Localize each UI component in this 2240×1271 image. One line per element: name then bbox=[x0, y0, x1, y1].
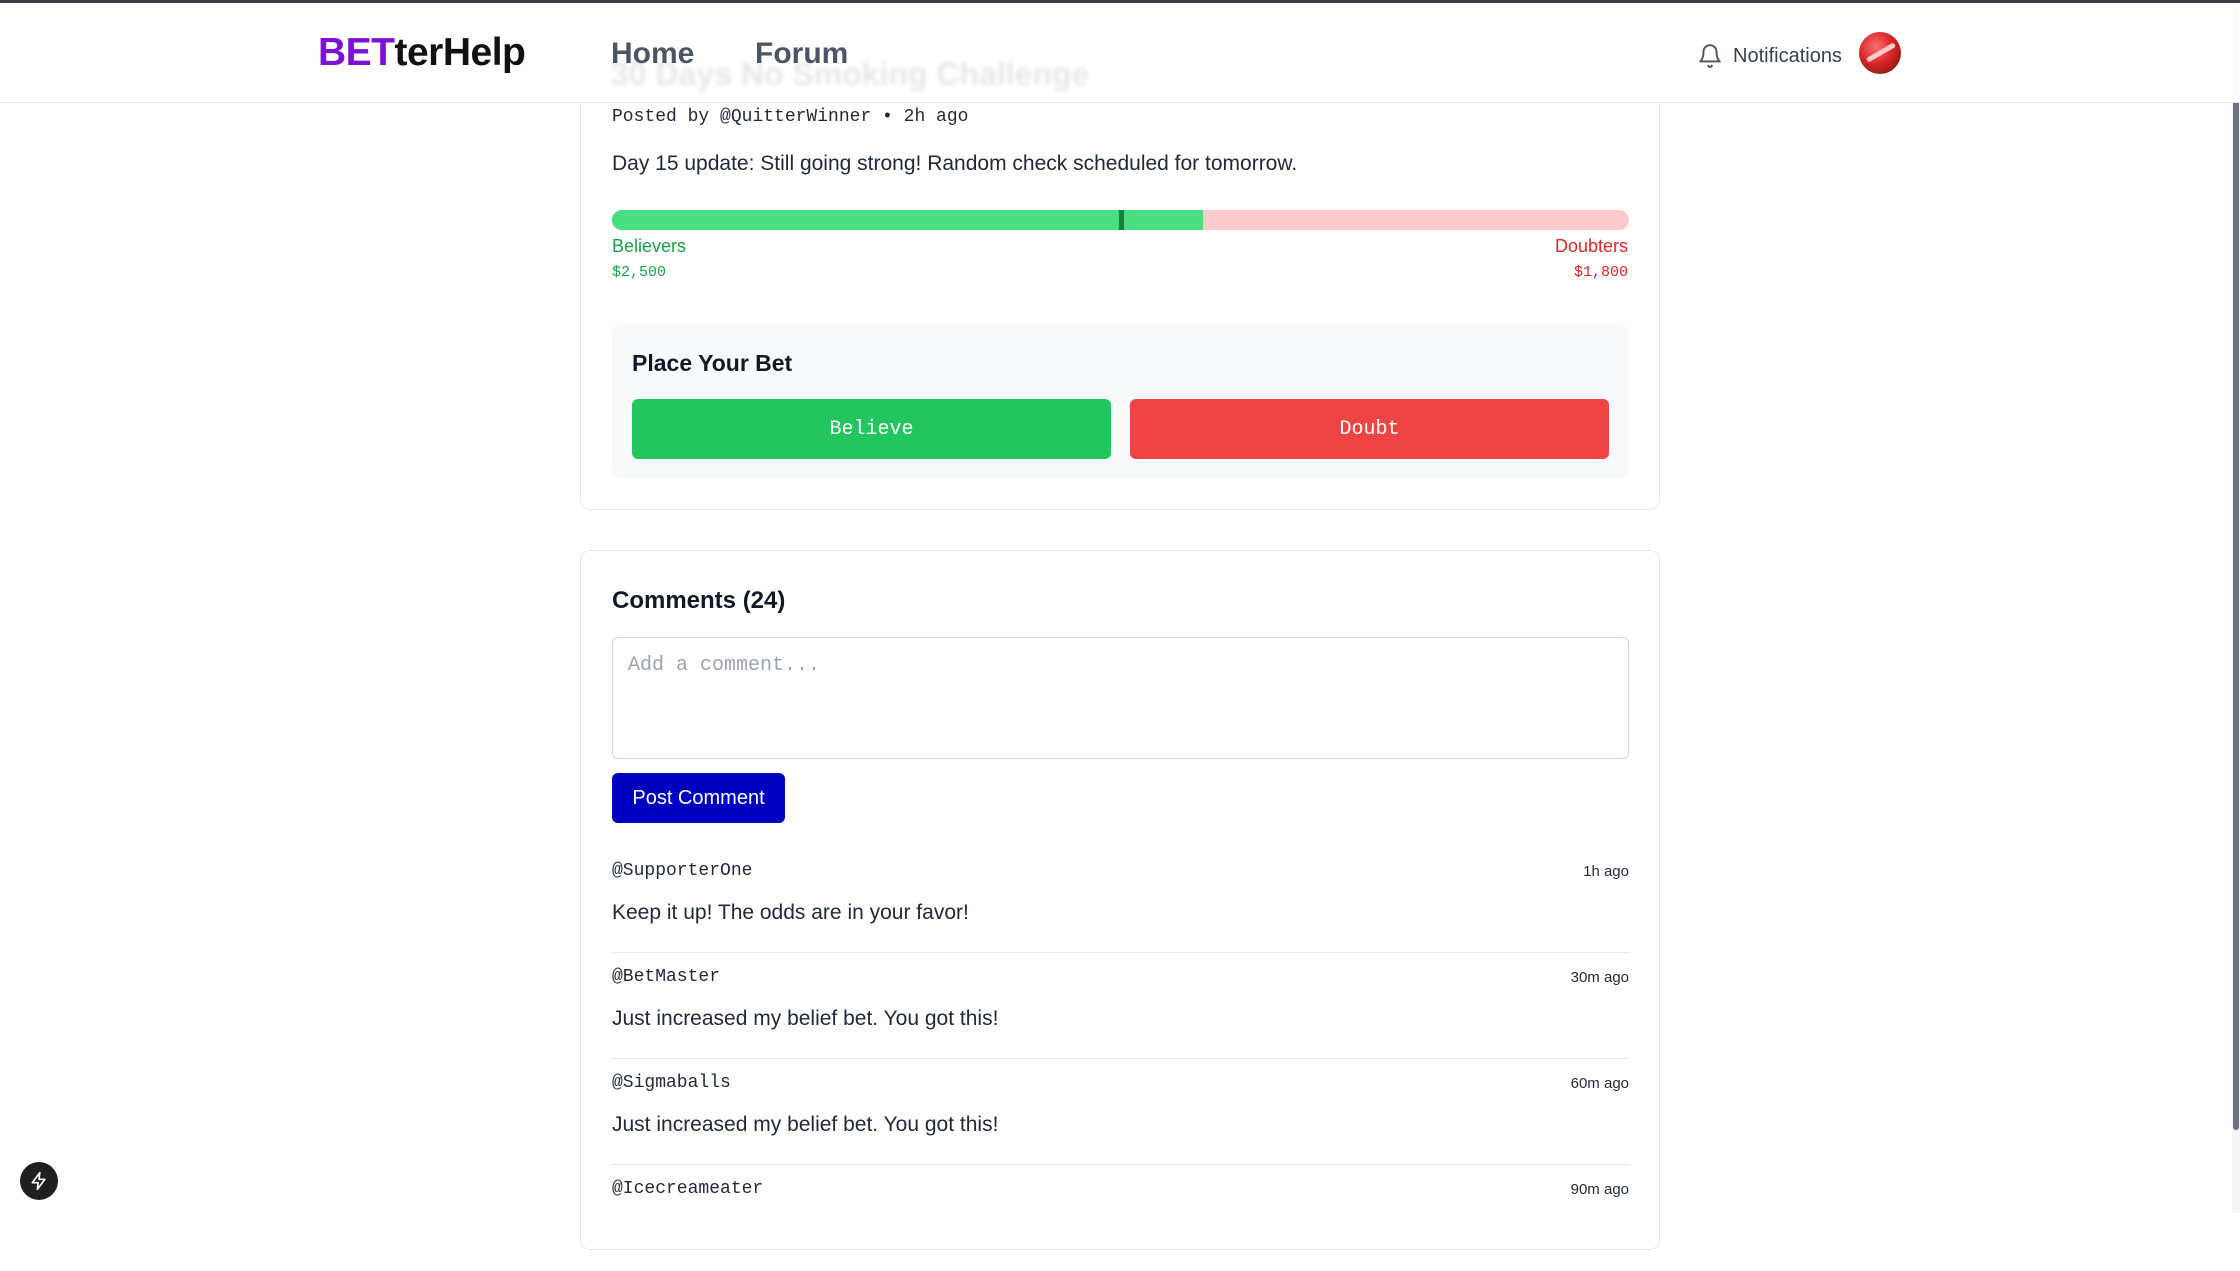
comment-text: Keep it up! The odds are in your favor! bbox=[612, 901, 969, 924]
bet-ratio-bar bbox=[612, 210, 1629, 230]
comment-time: 1h ago bbox=[1583, 863, 1629, 880]
comment-item: @SupporterOne 1h ago Keep it up! The odd… bbox=[612, 847, 1629, 953]
comment-text: Just increased my belief bet. You got th… bbox=[612, 1007, 999, 1030]
comment-text: Just increased my belief bet. You got th… bbox=[612, 1113, 999, 1136]
user-avatar[interactable] bbox=[1859, 32, 1901, 74]
bell-icon bbox=[1699, 44, 1721, 68]
comments-title: Comments (24) bbox=[612, 587, 786, 614]
logo-rest: terHelp bbox=[394, 31, 526, 74]
nav-home-link[interactable]: Home bbox=[611, 37, 694, 71]
comment-author[interactable]: @Sigmaballs bbox=[612, 1073, 731, 1093]
quick-action-button[interactable] bbox=[20, 1162, 58, 1200]
comment-time: 30m ago bbox=[1570, 969, 1629, 986]
believers-label: Believers bbox=[612, 236, 687, 256]
believers-amount: $2,500 bbox=[612, 264, 667, 281]
comment-item: @BetMaster 30m ago Just increased my bel… bbox=[612, 953, 1629, 1059]
scrollbar-thumb[interactable] bbox=[2233, 6, 2239, 1130]
comment-time: 90m ago bbox=[1570, 1181, 1629, 1198]
comment-author[interactable]: @Icecreameater bbox=[612, 1179, 763, 1199]
doubt-button[interactable]: Doubt bbox=[1130, 399, 1609, 459]
nav-forum-link[interactable]: Forum bbox=[755, 37, 848, 71]
believe-button[interactable]: Believe bbox=[632, 399, 1111, 459]
post-comment-button[interactable]: Post Comment bbox=[612, 773, 785, 823]
post-body: Day 15 update: Still going strong! Rando… bbox=[612, 152, 1298, 175]
place-bet-panel: Place Your Bet Believe Doubt bbox=[612, 324, 1629, 478]
logo-accent: BET bbox=[318, 31, 395, 74]
believers-bar-fill bbox=[612, 210, 1204, 230]
notifications-button[interactable]: Notifications bbox=[1697, 41, 1842, 71]
comment-item: @Sigmaballs 60m ago Just increased my be… bbox=[612, 1059, 1629, 1165]
place-bet-title: Place Your Bet bbox=[632, 350, 793, 376]
bolt-icon bbox=[31, 1171, 46, 1191]
comment-author[interactable]: @BetMaster bbox=[612, 967, 720, 987]
post-meta: Posted by @QuitterWinner • 2h ago bbox=[612, 107, 969, 127]
top-navbar: BETterHelp Home Forum Notifications bbox=[0, 3, 2240, 103]
comment-author[interactable]: @SupporterOne bbox=[612, 861, 752, 881]
comments-card: Comments (24) Post Comment @SupporterOne… bbox=[580, 550, 1660, 1250]
bar-midpoint-marker bbox=[1118, 210, 1124, 230]
comment-item: @Icecreameater 90m ago bbox=[612, 1165, 1629, 1271]
site-logo[interactable]: BETterHelp bbox=[318, 31, 526, 75]
doubters-label: Doubters bbox=[1554, 236, 1628, 256]
doubters-amount: $1,800 bbox=[1573, 264, 1628, 281]
comment-time: 60m ago bbox=[1570, 1075, 1629, 1092]
notifications-label: Notifications bbox=[1733, 44, 1842, 67]
comment-input[interactable] bbox=[612, 637, 1629, 759]
